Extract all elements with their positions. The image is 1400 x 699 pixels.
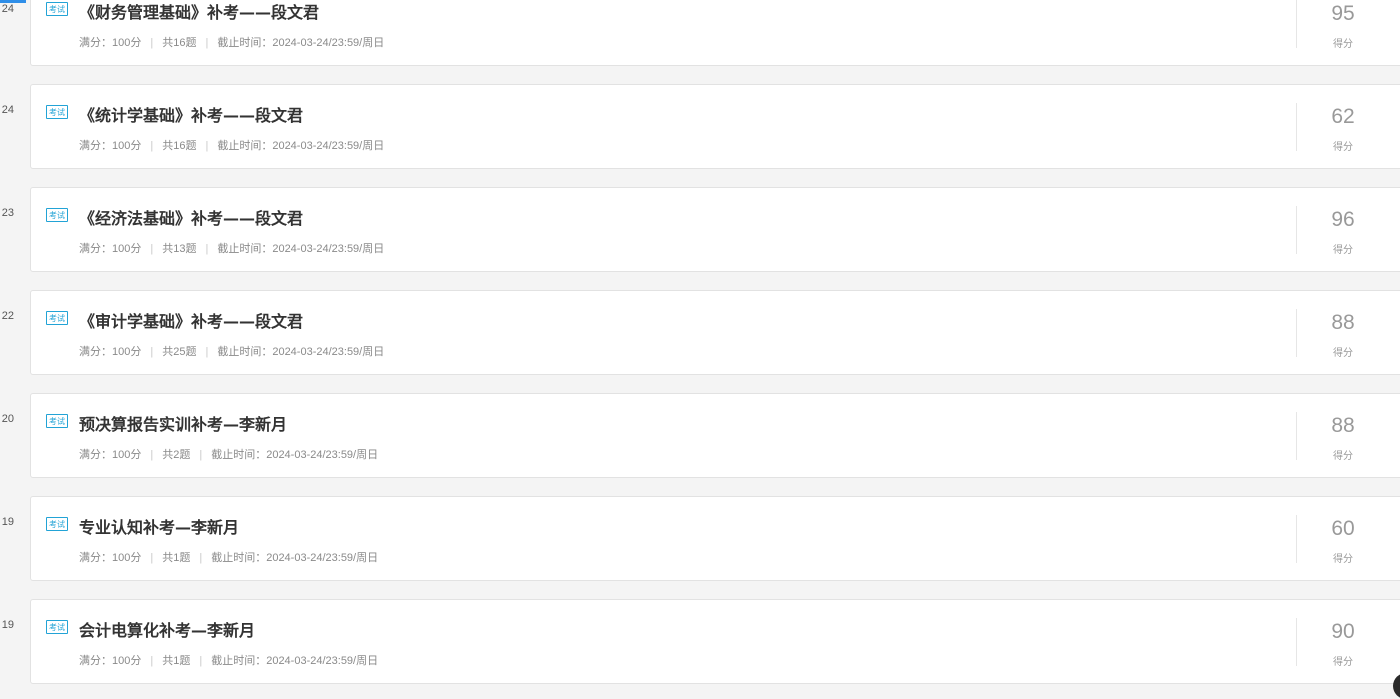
- exam-tag: 考试: [46, 105, 68, 119]
- exam-score: 95: [1331, 2, 1355, 25]
- exam-meta: 满分：100分 | 共25题 | 截止时间：2024-03-24/23:59/周日: [79, 343, 384, 359]
- full-score: 满分：100分: [79, 655, 142, 667]
- exam-day: 22: [1, 310, 14, 322]
- exam-score: 62: [1331, 105, 1355, 128]
- question-count: 共16题: [162, 37, 197, 49]
- question-count: 共1题: [162, 655, 191, 667]
- exam-day: 19: [1, 619, 14, 631]
- exam-meta: 满分：100分 | 共1题 | 截止时间：2024-03-24/23:59/周日: [79, 652, 378, 668]
- meta-separator: |: [150, 552, 154, 564]
- exam-row: 23 考试 《经济法基础》补考——段文君 满分：100分 | 共13题 | 截止时间：2…: [0, 187, 1400, 274]
- meta-separator: |: [199, 655, 203, 667]
- exam-meta: 满分：100分 | 共16题 | 截止时间：2024-03-24/23:59/周日: [79, 137, 384, 153]
- exam-card[interactable]: 考试 预决算报告实训补考—李新月 满分：100分 | 共2题 | 截止时间：2024-0…: [30, 393, 1400, 478]
- meta-separator: |: [150, 140, 154, 152]
- exam-title[interactable]: 专业认知补考—李新月: [79, 514, 239, 538]
- exam-meta: 满分：100分 | 共1题 | 截止时间：2024-03-24/23:59/周日: [79, 549, 378, 565]
- exam-card[interactable]: 考试 会计电算化补考—李新月 满分：100分 | 共1题 | 截止时间：2024-03-…: [30, 599, 1400, 684]
- score-label: 得分: [1333, 554, 1353, 565]
- exam-title[interactable]: 预决算报告实训补考—李新月: [79, 411, 287, 435]
- score-label: 得分: [1333, 142, 1353, 153]
- full-score: 满分：100分: [79, 140, 142, 152]
- exam-day: 20: [1, 413, 14, 425]
- exam-tag: 考试: [46, 517, 68, 531]
- score-label: 得分: [1333, 657, 1353, 668]
- exam-row: 19 考试 会计电算化补考—李新月 满分：100分 | 共1题 | 截止时间：2024-…: [0, 599, 1400, 686]
- score-label: 得分: [1333, 451, 1353, 462]
- exam-day: 24: [1, 3, 14, 15]
- meta-separator: |: [205, 140, 209, 152]
- score-divider: [1296, 515, 1297, 563]
- exam-score: 90: [1331, 620, 1355, 643]
- meta-separator: |: [150, 37, 154, 49]
- exam-day: 23: [1, 207, 14, 219]
- exam-tag: 考试: [46, 2, 68, 16]
- score-divider: [1296, 412, 1297, 460]
- meta-separator: |: [199, 449, 203, 461]
- exam-meta: 满分：100分 | 共2题 | 截止时间：2024-03-24/23:59/周日: [79, 446, 378, 462]
- exam-card[interactable]: 考试 《审计学基础》补考——段文君 满分：100分 | 共25题 | 截止时间：2024…: [30, 290, 1400, 375]
- deadline: 截止时间：2024-03-24/23:59/周日: [211, 552, 379, 564]
- score-label: 得分: [1333, 39, 1353, 50]
- full-score: 满分：100分: [79, 37, 142, 49]
- exam-title[interactable]: 《财务管理基础》补考——段文君: [79, 0, 319, 23]
- exam-score: 60: [1331, 517, 1355, 540]
- deadline: 截止时间：2024-03-24/23:59/周日: [217, 37, 385, 49]
- question-count: 共2题: [162, 449, 191, 461]
- meta-separator: |: [150, 243, 154, 255]
- exam-card[interactable]: 考试 《统计学基础》补考——段文君 满分：100分 | 共16题 | 截止时间：2024…: [30, 84, 1400, 169]
- exam-tag: 考试: [46, 414, 68, 428]
- meta-separator: |: [199, 552, 203, 564]
- exam-meta: 满分：100分 | 共13题 | 截止时间：2024-03-24/23:59/周日: [79, 240, 384, 256]
- meta-separator: |: [150, 655, 154, 667]
- full-score: 满分：100分: [79, 243, 142, 255]
- exam-tag: 考试: [46, 311, 68, 325]
- exam-title[interactable]: 《统计学基础》补考——段文君: [79, 102, 303, 126]
- exam-tag: 考试: [46, 620, 68, 634]
- meta-separator: |: [150, 346, 154, 358]
- question-count: 共13题: [162, 243, 197, 255]
- meta-separator: |: [205, 243, 209, 255]
- score-divider: [1296, 618, 1297, 666]
- exam-score: 88: [1331, 414, 1355, 437]
- exam-row: 20 考试 预决算报告实训补考—李新月 满分：100分 | 共2题 | 截止时间：202…: [0, 393, 1400, 480]
- exam-card[interactable]: 考试 专业认知补考—李新月 满分：100分 | 共1题 | 截止时间：2024-03-2…: [30, 496, 1400, 581]
- exam-title[interactable]: 会计电算化补考—李新月: [79, 617, 255, 641]
- full-score: 满分：100分: [79, 449, 142, 461]
- deadline: 截止时间：2024-03-24/23:59/周日: [217, 346, 385, 358]
- exam-score: 96: [1331, 208, 1355, 231]
- exam-title[interactable]: 《审计学基础》补考——段文君: [79, 308, 303, 332]
- exam-day: 19: [1, 516, 14, 528]
- question-count: 共16题: [162, 140, 197, 152]
- score-divider: [1296, 309, 1297, 357]
- score-divider: [1296, 103, 1297, 151]
- question-count: 共25题: [162, 346, 197, 358]
- score-label: 得分: [1333, 245, 1353, 256]
- deadline: 截止时间：2024-03-24/23:59/周日: [217, 140, 385, 152]
- exam-row: 24 考试 《统计学基础》补考——段文君 满分：100分 | 共16题 | 截止时间：2…: [0, 84, 1400, 171]
- exam-row: 24 考试 《财务管理基础》补考——段文君 满分：100分 | 共16题 | 截止时间：…: [0, 0, 1400, 68]
- exam-row: 19 考试 专业认知补考—李新月 满分：100分 | 共1题 | 截止时间：2024-0…: [0, 496, 1400, 583]
- score-label: 得分: [1333, 348, 1353, 359]
- meta-separator: |: [150, 449, 154, 461]
- deadline: 截止时间：2024-03-24/23:59/周日: [217, 243, 385, 255]
- exam-meta: 满分：100分 | 共16题 | 截止时间：2024-03-24/23:59/周日: [79, 34, 384, 50]
- exam-card[interactable]: 考试 《经济法基础》补考——段文君 满分：100分 | 共13题 | 截止时间：2024…: [30, 187, 1400, 272]
- exam-row: 22 考试 《审计学基础》补考——段文君 满分：100分 | 共25题 | 截止时间：2…: [0, 290, 1400, 377]
- full-score: 满分：100分: [79, 552, 142, 564]
- meta-separator: |: [205, 346, 209, 358]
- exam-card[interactable]: 考试 《财务管理基础》补考——段文君 满分：100分 | 共16题 | 截止时间：202…: [30, 0, 1400, 66]
- question-count: 共1题: [162, 552, 191, 564]
- exam-title[interactable]: 《经济法基础》补考——段文君: [79, 205, 303, 229]
- exam-score: 88: [1331, 311, 1355, 334]
- exam-tag: 考试: [46, 208, 68, 222]
- score-divider: [1296, 0, 1297, 48]
- meta-separator: |: [205, 37, 209, 49]
- deadline: 截止时间：2024-03-24/23:59/周日: [211, 449, 379, 461]
- deadline: 截止时间：2024-03-24/23:59/周日: [211, 655, 379, 667]
- exam-day: 24: [1, 104, 14, 116]
- full-score: 满分：100分: [79, 346, 142, 358]
- score-divider: [1296, 206, 1297, 254]
